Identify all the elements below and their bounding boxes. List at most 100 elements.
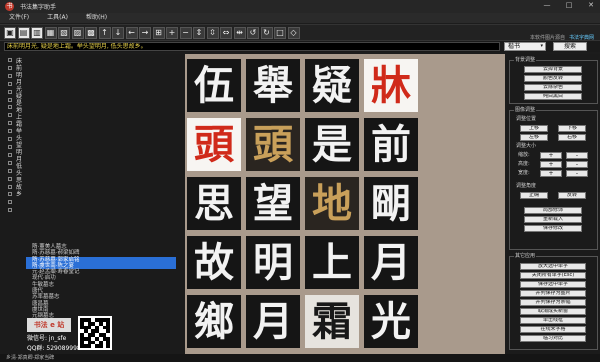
character-cell[interactable]: 頭 [187,118,241,171]
expand-box-icon [8,81,12,86]
character-cell[interactable]: 牀 [364,59,418,112]
toolbar: ▣ ▤ ▥ ▦ ▧ ▨ ▩ ↑ ↓ ← → ⊞ + − ⇕ ⇳ ⇔ ⇹ ↺ ↻ □ ◇ [0,24,600,41]
adjust-panel: 背景调整 去掉背景 颜色反转 去除杂色 纯白黑白 图像调整 调整位置 上移 下移… [507,54,600,354]
character-cell[interactable]: 光 [364,295,418,348]
maximize-button[interactable]: □ [564,1,574,9]
new-file-icon[interactable]: ▣ [4,27,16,39]
arrow-left-icon[interactable]: ← [125,27,138,39]
scale-plus-button[interactable]: + [540,152,562,159]
shrink-vertical-icon[interactable]: ⇳ [206,27,219,39]
minimize-button[interactable]: — [542,1,552,9]
character-cell[interactable]: 上 [305,236,359,289]
grid-icon[interactable]: ⊞ [152,27,165,39]
move-right-button[interactable]: 右移 [558,134,586,141]
close-all-chars-button[interactable]: 关闭所有单字(Esc) [520,272,586,279]
character-cell[interactable]: 思 [187,177,241,230]
site-logo: 书法 e 站 [27,318,71,332]
image-adjust-title: 图像调整 [514,107,537,114]
title-bar: 书 书法集字助手 — □ ✕ [0,0,600,13]
rotate-reverse-button[interactable]: 反转 [558,192,586,199]
character-cell[interactable]: 故 [187,236,241,289]
save-char-button[interactable]: 保存选中单字 [520,281,586,288]
reload-button[interactable]: 重新载入 [524,216,582,223]
remove-background-button[interactable]: 去掉背景 [524,66,582,73]
character-cell[interactable]: 前 [364,118,418,171]
close-button[interactable]: ✕ [586,1,596,9]
zoom-out-icon[interactable]: − [179,27,192,39]
poem-text-input[interactable]: 床前明月光, 疑是地上霜。举头望明月, 低头思故乡。 [4,42,500,51]
local-retouch-button[interactable]: 局部修饰 [524,207,582,214]
save-as-image-button[interactable]: 并列保存为图片 [520,290,586,297]
save-as-scroll-button[interactable]: 并列保存为条幅 [520,299,586,306]
pure-bw-button[interactable]: 纯白黑白 [524,93,582,100]
scale-minus-button[interactable]: - [566,152,588,159]
edit-icon[interactable]: ▩ [85,27,97,39]
image-icon[interactable]: ▧ [58,27,70,39]
open-file-icon[interactable]: ▤ [17,27,30,39]
arrow-right-icon[interactable]: → [139,27,151,39]
character-cell[interactable]: 伍 [187,59,241,112]
invert-color-button[interactable]: 颜色反转 [524,75,582,82]
menu-tools[interactable]: 工具(A) [38,13,77,23]
expand-vertical-icon[interactable]: ⇕ [193,27,205,39]
save-as-icon[interactable]: ▨ [71,27,84,39]
compare-button[interactable]: 临习对比 [520,335,586,342]
save-changes-button[interactable]: 保存修改 [524,225,582,232]
rotate-correct-button[interactable]: 正确 [520,192,548,199]
character-cell[interactable]: 疑 [305,59,359,112]
font-style-select[interactable]: 楷书 ▾ [504,42,546,51]
height-minus-button[interactable]: - [566,161,588,168]
tree-expand-toggle[interactable] [8,208,18,216]
height-label: 高度: [518,161,530,167]
other-apps-title: 其它应用 [514,253,537,260]
character-cell[interactable]: 頭 [246,118,300,171]
expand-box-icon [8,184,12,189]
move-down-button[interactable]: 下移 [558,125,586,132]
expand-box-icon [8,121,12,126]
online-grid-button[interactable]: 在线米字格 [520,326,586,333]
qq-group: QQ群: 529089998 [27,345,81,352]
character-cell[interactable]: 鄉 [187,295,241,348]
character-cell[interactable]: 月 [246,295,300,348]
width-minus-button[interactable]: - [566,170,588,177]
save-icon[interactable]: ▥ [31,27,43,39]
expand-box-icon [8,152,12,157]
character-cell[interactable]: 是 [305,118,359,171]
arrow-up-icon[interactable]: ↑ [98,27,111,39]
calligraphy-canvas: 伍舉疑牀頭頭是前思望地朙故明上月鄉月霜光 [185,54,505,354]
search-button[interactable]: 搜索 [553,42,587,51]
expand-box-icon [8,160,12,165]
export-icon[interactable]: ▦ [44,27,57,39]
rotate-left-icon[interactable]: ↺ [247,27,259,39]
move-left-button[interactable]: 左移 [520,134,548,141]
character-cell[interactable]: 明 [246,236,300,289]
character-cell[interactable]: 望 [246,177,300,230]
arrow-down-icon[interactable]: ↓ [112,27,124,39]
frame-icon[interactable]: □ [274,27,286,39]
expand-box-icon [8,89,12,94]
character-cell[interactable]: 朙 [364,177,418,230]
enlarge-char-button[interactable]: 放大选中单字 [520,263,586,270]
cancel-window-button[interactable]: 取消成实新窗 [520,308,586,315]
character-cell[interactable]: 地 [305,177,359,230]
denoise-button[interactable]: 去除杂色 [524,84,582,91]
rotate-right-icon[interactable]: ↻ [260,27,273,39]
tree-expand-toggle[interactable] [8,200,18,208]
character-cell[interactable]: 霜 [305,295,359,348]
expand-box-icon [8,137,12,142]
width-plus-button[interactable]: + [540,170,562,177]
window-title: 书法集字助手 [20,4,57,11]
zoom-in-icon[interactable]: + [166,27,178,39]
expand-horizontal-icon[interactable]: ⇔ [220,27,232,39]
background-group: 背景调整 去掉背景 颜色反转 去除杂色 纯白黑白 [509,57,598,104]
character-cell[interactable]: 舉 [246,59,300,112]
menu-file[interactable]: 文件(F) [0,13,38,23]
reset-icon[interactable]: ◇ [287,27,300,39]
move-up-button[interactable]: 上移 [520,125,548,132]
character-cell[interactable]: 月 [364,236,418,289]
input-row: 床前明月光, 疑是地上霜。举头望明月, 低头思故乡。 楷书 ▾ 搜索 [0,41,600,52]
single-frame-button[interactable]: 单击线框 [520,317,586,324]
shrink-horizontal-icon[interactable]: ⇹ [233,27,246,39]
menu-help[interactable]: 帮助(H) [77,13,116,23]
height-plus-button[interactable]: + [540,161,562,168]
